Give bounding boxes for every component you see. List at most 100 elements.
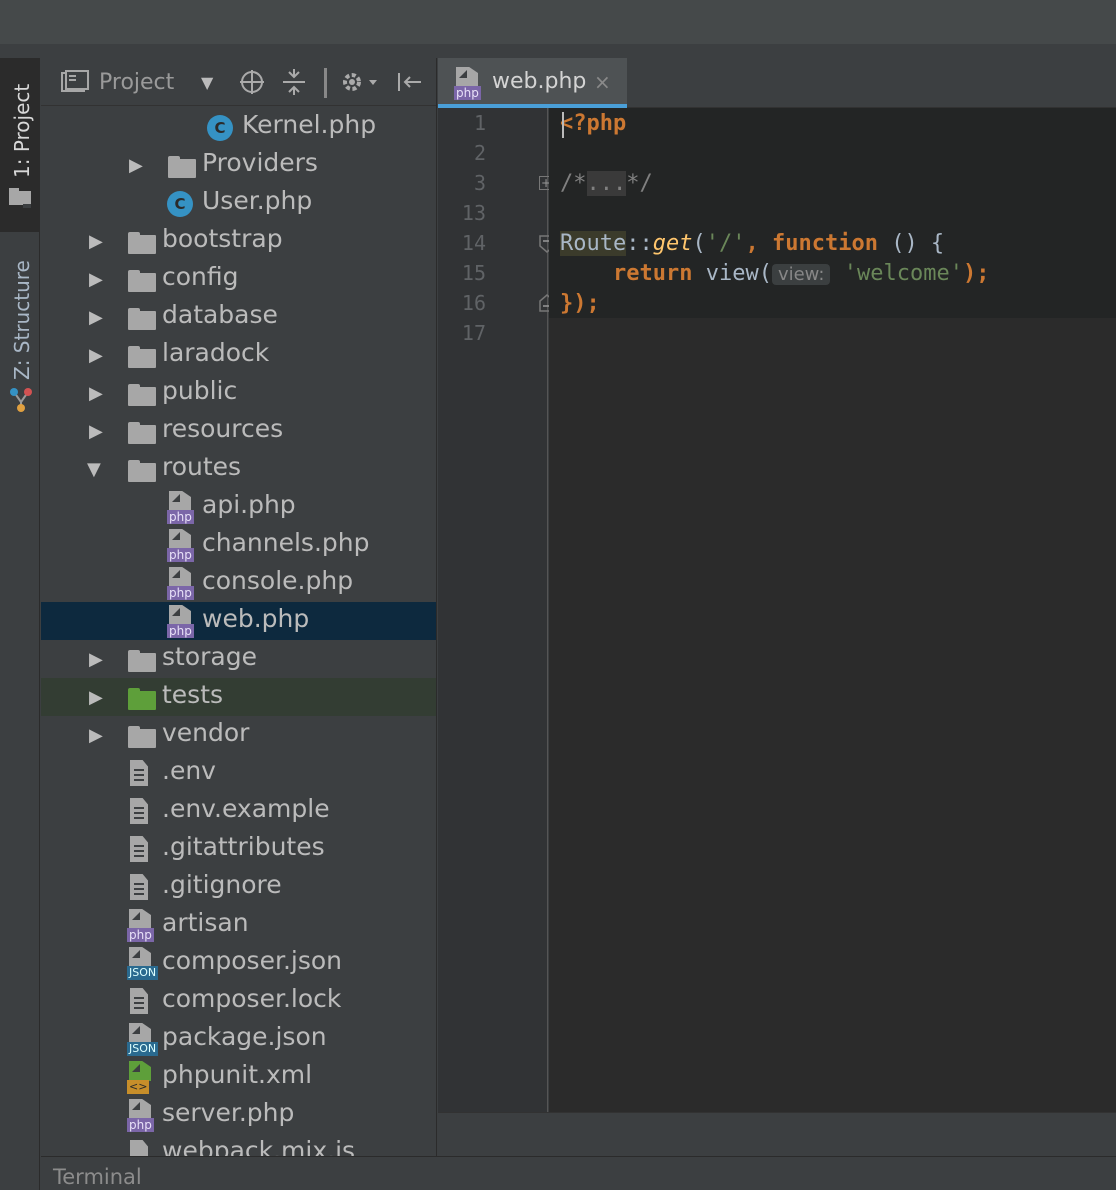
closure-close: }); bbox=[560, 291, 600, 316]
tree-item-package-json[interactable]: JSON package.json bbox=[41, 1020, 436, 1058]
project-panel-header: Project ▼ bbox=[41, 58, 436, 106]
terminal-tab[interactable]: Terminal bbox=[53, 1165, 142, 1189]
tool-window-stripe: 1: Project Z: Structure bbox=[0, 58, 40, 1190]
tree-item-label: Providers bbox=[202, 148, 318, 177]
php-file-icon: php bbox=[454, 67, 486, 100]
code-line-16: }); bbox=[560, 289, 600, 319]
tree-item-label: User.php bbox=[202, 186, 313, 215]
tree-item-resources[interactable]: ▶ resources bbox=[41, 412, 436, 450]
tree-item-config[interactable]: ▶ config bbox=[41, 260, 436, 298]
folder-icon bbox=[128, 726, 156, 748]
expand-arrow-icon[interactable]: ▶ bbox=[129, 155, 143, 176]
tree-item-server-php[interactable]: php server.php bbox=[41, 1096, 436, 1134]
close-tab-icon[interactable]: × bbox=[594, 70, 611, 94]
tree-item-env[interactable]: .env bbox=[41, 754, 436, 792]
folder-icon bbox=[168, 156, 196, 178]
toolbar-gap bbox=[0, 44, 1116, 58]
return-keyword: return bbox=[612, 261, 693, 286]
view-dropdown-chevron-icon[interactable]: ▼ bbox=[201, 68, 213, 96]
tree-item-composer-lock[interactable]: composer.lock bbox=[41, 982, 436, 1020]
tree-item-label: web.php bbox=[202, 604, 310, 633]
project-tool-tab[interactable]: 1: Project bbox=[0, 58, 40, 232]
project-view-selector[interactable]: Project bbox=[61, 68, 174, 96]
tree-item-providers[interactable]: ▶ Providers bbox=[41, 146, 436, 184]
tree-item-vendor[interactable]: ▶ vendor bbox=[41, 716, 436, 754]
text-file-icon bbox=[128, 760, 150, 788]
text-file-icon bbox=[128, 798, 150, 826]
php-file-icon: php bbox=[167, 567, 199, 600]
project-folder-icon bbox=[9, 188, 31, 208]
tree-item-artisan[interactable]: php artisan bbox=[41, 906, 436, 944]
php-file-tag: php bbox=[127, 928, 154, 942]
xml-file-tag: <> bbox=[127, 1080, 150, 1094]
tree-item-label: laradock bbox=[162, 338, 270, 367]
tree-item-label: server.php bbox=[162, 1098, 295, 1127]
json-file-tag: JSON bbox=[127, 1042, 159, 1056]
php-file-icon: php bbox=[167, 605, 199, 638]
test-folder-icon bbox=[128, 688, 156, 710]
tree-item-label: .gitignore bbox=[162, 870, 282, 899]
text-file-icon bbox=[128, 874, 150, 902]
tree-item-label: composer.json bbox=[162, 946, 343, 975]
folded-comment-placeholder[interactable]: ... bbox=[586, 171, 627, 196]
structure-tool-tab[interactable]: Z: Structure bbox=[0, 248, 40, 418]
tree-item-tests[interactable]: ▶ tests bbox=[41, 678, 436, 716]
tree-item-kernel-php[interactable]: C Kernel.php bbox=[41, 108, 436, 146]
expand-arrow-icon[interactable]: ▶ bbox=[89, 345, 103, 366]
tree-item-label: artisan bbox=[162, 908, 249, 937]
collapse-arrow-icon[interactable]: ▼ bbox=[87, 459, 101, 480]
tree-item-database[interactable]: ▶ database bbox=[41, 298, 436, 336]
tree-item-bootstrap[interactable]: ▶ bootstrap bbox=[41, 222, 436, 260]
hide-panel-icon[interactable] bbox=[395, 68, 423, 96]
tree-item-laradock[interactable]: ▶ laradock bbox=[41, 336, 436, 374]
code-line-1: <?php bbox=[560, 109, 626, 139]
expand-arrow-icon[interactable]: ▶ bbox=[89, 383, 103, 404]
settings-gear-icon[interactable] bbox=[339, 68, 379, 96]
tree-item-gitignore[interactable]: .gitignore bbox=[41, 868, 436, 906]
editor-tab-web-php[interactable]: php web.php × bbox=[438, 58, 627, 108]
tree-item-public[interactable]: ▶ public bbox=[41, 374, 436, 412]
welcome-string: 'welcome' bbox=[843, 261, 963, 286]
php-file-icon: php bbox=[127, 1099, 159, 1132]
expand-arrow-icon[interactable]: ▶ bbox=[89, 231, 103, 252]
tree-item-web-php[interactable]: php web.php bbox=[41, 602, 436, 640]
view-call: view( bbox=[692, 261, 772, 286]
tree-item-gitattributes[interactable]: .gitattributes bbox=[41, 830, 436, 868]
folder-icon bbox=[128, 308, 156, 330]
php-file-icon: php bbox=[167, 529, 199, 562]
php-file-tag: php bbox=[454, 86, 481, 100]
tree-item-webpack-mix-js[interactable]: webpack.mix.js bbox=[41, 1134, 436, 1156]
expand-arrow-icon[interactable]: ▶ bbox=[89, 421, 103, 442]
project-panel-title: Project bbox=[99, 69, 175, 95]
tree-item-user-php[interactable]: C User.php bbox=[41, 184, 436, 222]
expand-arrow-icon[interactable]: ▶ bbox=[89, 649, 103, 670]
code-line-3: /*...*/ bbox=[560, 169, 653, 199]
expand-arrow-icon[interactable]: ▶ bbox=[89, 269, 103, 290]
code-editor[interactable]: <?php /*...*/ Route::get('/', function (… bbox=[549, 108, 1116, 1112]
tree-item-label: database bbox=[162, 300, 278, 329]
structure-tool-label: Z: Structure bbox=[10, 260, 34, 380]
php-file-tag: php bbox=[167, 624, 194, 638]
tree-item-env-example[interactable]: .env.example bbox=[41, 792, 436, 830]
scroll-from-source-icon[interactable] bbox=[239, 68, 265, 96]
tree-item-phpunit-xml[interactable]: <> phpunit.xml bbox=[41, 1058, 436, 1096]
expand-arrow-icon[interactable]: ▶ bbox=[89, 307, 103, 328]
tree-item-label: channels.php bbox=[202, 528, 370, 557]
tree-item-label: vendor bbox=[162, 718, 250, 747]
expand-arrow-icon[interactable]: ▶ bbox=[89, 687, 103, 708]
tree-item-console-php[interactable]: php console.php bbox=[41, 564, 436, 602]
collapse-all-icon[interactable] bbox=[281, 68, 307, 96]
window-title-bar bbox=[0, 0, 1116, 44]
tree-item-label: composer.lock bbox=[162, 984, 342, 1013]
tree-item-label: webpack.mix.js bbox=[162, 1136, 356, 1156]
tree-item-channels-php[interactable]: php channels.php bbox=[41, 526, 436, 564]
tree-item-composer-json[interactable]: JSON composer.json bbox=[41, 944, 436, 982]
expand-arrow-icon[interactable]: ▶ bbox=[89, 725, 103, 746]
tree-item-storage[interactable]: ▶ storage bbox=[41, 640, 436, 678]
tree-item-api-php[interactable]: php api.php bbox=[41, 488, 436, 526]
tree-item-routes[interactable]: ▼ routes bbox=[41, 450, 436, 488]
php-file-tag: php bbox=[167, 510, 194, 524]
tree-item-label: package.json bbox=[162, 1022, 327, 1051]
comment-close: */ bbox=[626, 171, 653, 196]
line-number: 1 bbox=[473, 111, 486, 135]
